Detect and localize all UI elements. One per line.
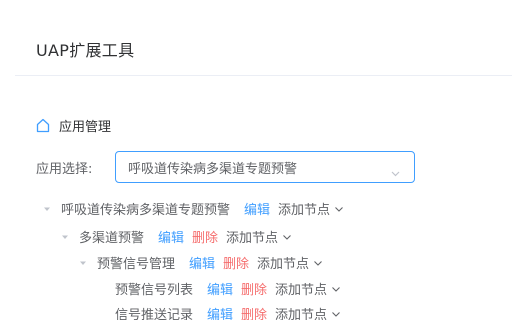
tree-node-label: 预警信号列表 [115, 282, 194, 298]
chevron-down-icon [331, 283, 341, 293]
caret-down-icon[interactable] [42, 203, 52, 213]
add-node-label: 添加节点 [275, 282, 328, 298]
caret-down-icon[interactable] [60, 231, 70, 241]
chevron-down-icon [391, 163, 400, 177]
add-node-dropdown[interactable]: 添加节点 [278, 199, 344, 218]
add-node-dropdown[interactable]: 添加节点 [275, 279, 341, 298]
delete-link[interactable]: 删除 [241, 304, 267, 320]
app-select-value: 呼吸道传染病多渠道专题预警 [128, 161, 298, 177]
chevron-down-icon [313, 257, 323, 267]
delete-link[interactable]: 删除 [223, 253, 249, 272]
add-node-label: 添加节点 [226, 230, 279, 246]
edit-link[interactable]: 编辑 [244, 199, 270, 218]
add-node-dropdown[interactable]: 添加节点 [226, 227, 292, 246]
app-select-label: 应用选择: [36, 161, 93, 177]
chevron-down-icon [334, 203, 344, 213]
delete-link[interactable]: 删除 [241, 279, 267, 298]
tree-node-label: 呼吸道传染病多渠道专题预警 [61, 202, 231, 218]
tree-node[interactable]: 呼吸道传染病多渠道专题预警 编辑 添加节点 [42, 196, 344, 220]
app-title: UAP扩展工具 [36, 41, 135, 60]
add-node-label: 添加节点 [278, 202, 331, 218]
chevron-down-icon [282, 231, 292, 241]
tree-node[interactable]: 多渠道预警 编辑 删除 添加节点 [60, 224, 292, 248]
add-node-dropdown[interactable]: 添加节点 [257, 253, 323, 272]
add-node-label: 添加节点 [275, 307, 328, 320]
add-node-label: 添加节点 [257, 256, 310, 272]
chevron-down-icon [331, 308, 341, 318]
section-title: 应用管理 [59, 119, 112, 135]
caret-down-icon[interactable] [78, 257, 88, 267]
app-select-row: 应用选择: 呼吸道传染病多渠道专题预警 [36, 151, 415, 183]
tree-node-label: 信号推送记录 [115, 307, 194, 320]
tree-node-label: 多渠道预警 [79, 230, 145, 246]
header-divider [15, 75, 512, 76]
home-icon [36, 118, 50, 133]
tree-node[interactable]: 信号推送记录 编辑 删除 添加节点 [115, 301, 341, 320]
delete-link[interactable]: 删除 [192, 227, 218, 246]
tree-node-label: 预警信号管理 [97, 256, 176, 272]
app-header: UAP扩展工具 [0, 0, 512, 76]
tree-node[interactable]: 预警信号管理 编辑 删除 添加节点 [78, 250, 323, 274]
edit-link[interactable]: 编辑 [189, 253, 215, 272]
edit-link[interactable]: 编辑 [158, 227, 184, 246]
edit-link[interactable]: 编辑 [207, 279, 233, 298]
section-header: 应用管理 [36, 116, 112, 135]
edit-link[interactable]: 编辑 [207, 304, 233, 320]
tree-node[interactable]: 预警信号列表 编辑 删除 添加节点 [115, 276, 341, 300]
app-select[interactable]: 呼吸道传染病多渠道专题预警 [115, 151, 415, 183]
add-node-dropdown[interactable]: 添加节点 [275, 304, 341, 320]
